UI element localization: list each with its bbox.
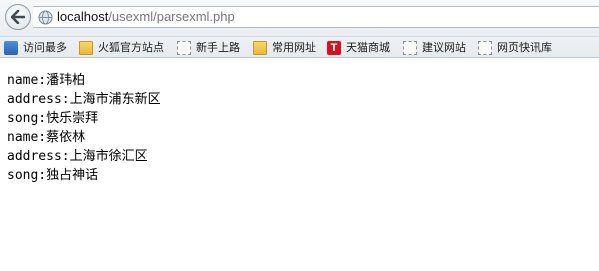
bookmark-label: 天猫商城	[346, 41, 390, 54]
bookmark-label: 常用网址	[272, 41, 316, 54]
folder-icon	[253, 41, 267, 55]
tmall-icon: T	[327, 41, 341, 55]
most-visited-icon	[4, 41, 18, 55]
output-line: song:快乐崇拜	[7, 111, 99, 126]
output-line: address:上海市浦东新区	[7, 92, 161, 107]
back-button[interactable]	[5, 4, 31, 30]
bookmark-label: 火狐官方站点	[98, 41, 164, 54]
output-line: song:独占神话	[7, 168, 99, 183]
page-icon	[177, 41, 191, 55]
folder-icon	[79, 41, 93, 55]
navigation-toolbar: localhost/usexml/parsexml.php	[0, 0, 599, 36]
url-text: localhost/usexml/parsexml.php	[57, 9, 235, 25]
bookmark-label: 新手上路	[196, 41, 240, 54]
bookmark-label: 访问最多	[23, 41, 67, 54]
bookmark-label: 建议网站	[422, 41, 466, 54]
globe-icon	[38, 10, 53, 25]
url-path: /usexml/parsexml.php	[108, 9, 235, 24]
output-line: name:蔡依林	[7, 130, 86, 145]
bookmarks-toolbar: 访问最多 火狐官方站点 新手上路 常用网址 T 天猫商城 建议网站 网页快讯库	[0, 36, 599, 58]
page-icon	[478, 41, 492, 55]
output-line: address:上海市徐汇区	[7, 149, 148, 164]
page-icon	[403, 41, 417, 55]
page-content: name:潘玮柏 address:上海市浦东新区 song:快乐崇拜 name:…	[7, 71, 161, 185]
url-host: localhost	[57, 9, 109, 24]
address-bar[interactable]: localhost/usexml/parsexml.php	[33, 6, 599, 28]
output-line: name:潘玮柏	[7, 73, 86, 88]
back-arrow-icon	[11, 10, 25, 24]
bookmark-label: 网页快讯库	[497, 41, 552, 54]
